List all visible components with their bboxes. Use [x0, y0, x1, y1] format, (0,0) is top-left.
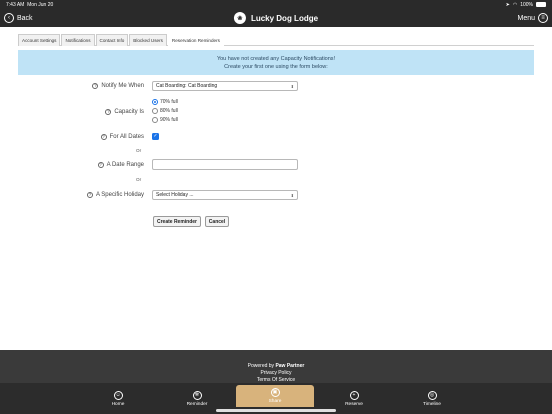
radio-unselected[interactable] [152, 117, 158, 123]
share-icon: ▣ [270, 388, 280, 397]
powered-by: Powered by Paw Partner [0, 363, 552, 370]
date-range-label-row: ? A Date Range [40, 160, 144, 170]
capacity-option-label: 70% full [160, 99, 178, 105]
status-time: 7:43 AM [6, 1, 25, 8]
tabbar-home[interactable]: ☺ Home [98, 383, 138, 414]
tabbar-reserve[interactable]: + Reserve [334, 383, 374, 414]
capacity-option-label: 80% full [160, 108, 178, 114]
cancel-button[interactable]: Cancel [205, 216, 229, 227]
wifi-icon: ◠ [512, 1, 518, 8]
menu-label: Menu [517, 14, 535, 22]
select-arrows-icon: ⬍ [290, 192, 294, 198]
status-date: Mon Jun 20 [27, 1, 54, 8]
reserve-icon: + [349, 390, 359, 400]
or-divider: Or [136, 148, 142, 153]
alert-line-1: You have not created any Capacity Notifi… [216, 55, 336, 62]
battery-icon [536, 2, 546, 7]
paw-logo-icon: ❀ [233, 12, 246, 24]
capacity-option-label: 90% full [160, 117, 178, 123]
holiday-label: A Specific Holiday [95, 192, 144, 198]
date-range-label: A Date Range [106, 162, 144, 168]
powered-by-brand: Paw Partner [275, 363, 305, 369]
tabbar-label: Reminder [186, 401, 208, 407]
timeline-icon: ◎ [427, 390, 437, 400]
date-range-input[interactable] [152, 159, 298, 170]
notify-select-value: Cat Boarding: Cat Boarding [156, 83, 218, 89]
status-right: ➤ ◠ 100% [506, 2, 546, 8]
tabbar-share[interactable]: ▣ Share [236, 385, 314, 407]
tab-notifications[interactable]: Notifications [61, 34, 95, 46]
nav-bar: ‹ Back ❀ Lucky Dog Lodge Menu ≡ [0, 9, 552, 27]
alert-line-2: Create your first one using the form bel… [224, 63, 328, 70]
capacity-label: Capacity Is [114, 109, 144, 115]
capacity-option-70[interactable]: 70% full [152, 99, 178, 105]
chevron-left-icon: ‹ [4, 13, 14, 23]
tabbar-label: Reserve [345, 401, 363, 407]
holiday-select[interactable]: Select Holiday ... ⬍ [152, 190, 298, 200]
tab-blocked-users[interactable]: Blocked Users [129, 34, 167, 46]
or-divider: Or [136, 177, 142, 182]
radio-selected[interactable] [152, 99, 158, 105]
status-bar: 7:43 AM Mon Jun 20 ➤ ◠ 100% [0, 0, 552, 9]
capacity-label-row: ? Capacity Is [40, 107, 144, 117]
tab-account-settings[interactable]: Account Settings [18, 34, 61, 46]
notify-select[interactable]: Cat Boarding: Cat Boarding ⬍ [152, 81, 298, 91]
back-button[interactable]: ‹ Back [4, 13, 33, 23]
privacy-policy-link[interactable]: Privacy Policy [0, 370, 552, 377]
tab-reservation-reminders[interactable]: Reservation Reminders [167, 34, 224, 46]
tabbar-timeline[interactable]: ◎ Timeline [412, 383, 452, 414]
radio-unselected[interactable] [152, 108, 158, 114]
info-alert: You have not created any Capacity Notifi… [18, 50, 534, 75]
help-icon[interactable]: ? [100, 134, 107, 140]
help-icon[interactable]: ? [97, 162, 104, 168]
tabbar-label: Share [268, 399, 282, 404]
location-icon: ➤ [505, 1, 510, 8]
menu-button[interactable]: Menu ≡ [517, 13, 548, 23]
help-icon[interactable]: ? [92, 83, 99, 89]
help-icon[interactable]: ? [105, 109, 112, 115]
hamburger-icon: ≡ [538, 13, 548, 23]
help-icon[interactable]: ? [86, 192, 93, 198]
page-title: ❀ Lucky Dog Lodge [233, 12, 319, 24]
tab-contact-info[interactable]: Contact Info [95, 34, 129, 46]
capacity-option-80[interactable]: 80% full [152, 108, 178, 114]
tabbar-label: Home [111, 401, 125, 407]
select-arrows-icon: ⬍ [290, 83, 294, 89]
status-time-date: 7:43 AM Mon Jun 20 [6, 2, 53, 8]
settings-tabs: Account Settings Notifications Contact I… [18, 34, 534, 46]
footer: Powered by Paw Partner Privacy Policy Te… [0, 350, 552, 386]
notify-label: Notify Me When [101, 83, 144, 89]
all-dates-checkbox[interactable]: ✓ [152, 133, 159, 140]
tabbar-reminder[interactable]: ✻ Reminder [176, 383, 218, 414]
create-reminder-button[interactable]: Create Reminder [153, 216, 201, 227]
home-indicator[interactable] [216, 409, 336, 412]
powered-by-prefix: Powered by [247, 363, 275, 369]
battery-percent: 100% [520, 1, 533, 8]
tabbar-label: Timeline [423, 401, 441, 407]
home-icon: ☺ [113, 390, 123, 400]
capacity-option-90[interactable]: 90% full [152, 117, 178, 123]
holiday-label-row: ? A Specific Holiday [40, 190, 144, 200]
all-dates-label: For All Dates [109, 134, 144, 140]
holiday-select-value: Select Holiday ... [156, 192, 194, 198]
notify-label-row: ? Notify Me When [40, 81, 144, 91]
all-dates-label-row: ? For All Dates [40, 132, 144, 142]
business-name: Lucky Dog Lodge [250, 13, 319, 23]
back-label: Back [17, 14, 33, 22]
reminder-icon: ✻ [192, 390, 202, 400]
